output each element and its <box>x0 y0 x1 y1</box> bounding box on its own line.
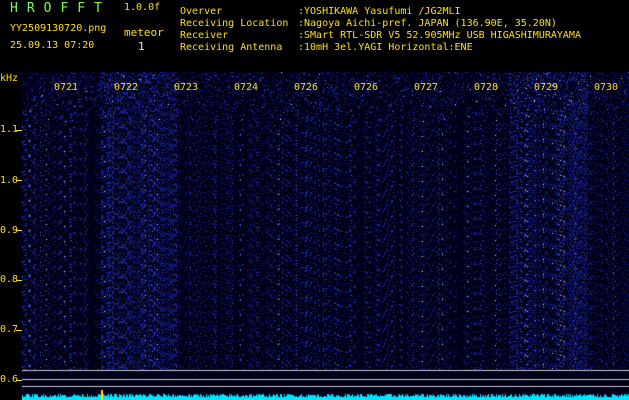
time-tick-0727: 0727 <box>414 82 439 93</box>
antenna-label: Receiving Antenna <box>180 42 283 53</box>
mode-label: meteor <box>124 26 164 39</box>
header-panel: HROFFT 1.0.0f YY2509130720.png meteor 25… <box>0 0 629 72</box>
app-title: HROFFT <box>10 1 111 16</box>
waterfall-spectrogram <box>22 72 629 400</box>
meteor-count: 1 <box>138 40 145 53</box>
observer-value: :YOSHIKAWA Yasufumi /JG2MLI <box>298 6 461 17</box>
receiver-label: Receiver <box>180 30 229 41</box>
y-tick-mark <box>16 180 22 181</box>
time-tick-0729: 0729 <box>534 82 559 93</box>
location-value: :Nagoya Aichi-pref. JAPAN (136.90E, 35.2… <box>298 18 557 29</box>
observer-label: Overver <box>180 6 223 17</box>
y-tick-mark <box>16 280 22 281</box>
time-tick-0726a: 0726 <box>294 82 319 93</box>
filename-label: YY2509130720.png <box>10 23 107 34</box>
time-tick-0723: 0723 <box>174 82 199 93</box>
time-tick-0721: 0721 <box>54 82 79 93</box>
time-tick-0730: 0730 <box>594 82 619 93</box>
receiver-value: :SMart RTL-SDR V5 52.905MHz USB HIGASHIM… <box>298 30 581 41</box>
y-tick-mark <box>16 230 22 231</box>
y-axis-unit: kHz <box>0 73 19 84</box>
time-tick-0724: 0724 <box>234 82 259 93</box>
version-label: 1.0.0f <box>124 2 161 13</box>
datetime-label: 25.09.13 07:20 <box>10 40 95 51</box>
antenna-value: :10mH 3el.YAGI Horizontal:ENE <box>298 42 473 53</box>
y-tick-mark <box>16 330 22 331</box>
y-tick-mark <box>16 130 22 131</box>
time-tick-0722: 0722 <box>114 82 139 93</box>
time-tick-0728: 0728 <box>474 82 499 93</box>
waterfall-canvas <box>22 72 629 400</box>
y-tick-mark <box>16 380 22 381</box>
location-label: Receiving Location <box>180 18 289 29</box>
time-tick-0726b: 0726 <box>354 82 379 93</box>
